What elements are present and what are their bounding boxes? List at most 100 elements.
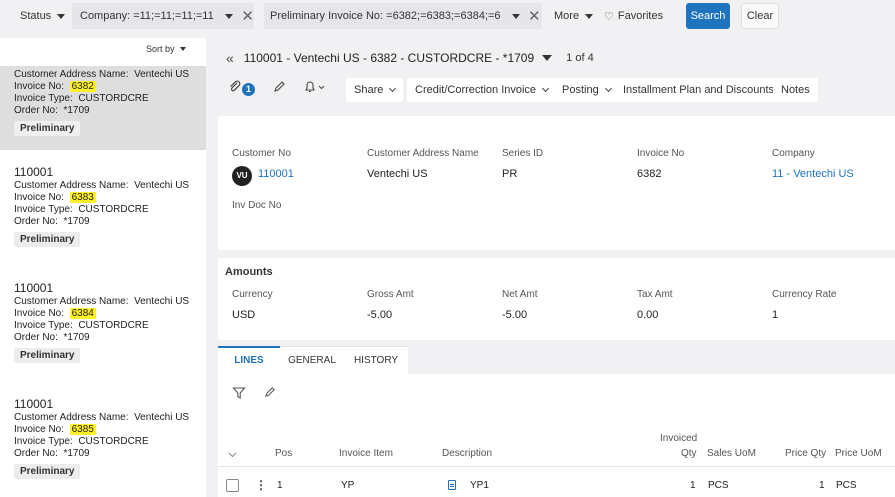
card-address-label: Customer Address Name: bbox=[14, 69, 129, 80]
status-filter-label: Status bbox=[20, 10, 52, 22]
more-filters-button[interactable]: More bbox=[548, 3, 598, 29]
card-invoice: Invoice No: 6385 bbox=[14, 424, 206, 436]
card-order-value: *1709 bbox=[63, 332, 90, 343]
clear-button[interactable]: Clear bbox=[741, 3, 779, 29]
card-invoice: Invoice No: 6382 bbox=[14, 81, 206, 93]
invoice-no-value: 6382 bbox=[637, 168, 662, 180]
card-order-value: *1709 bbox=[63, 448, 90, 459]
column-pos[interactable]: Pos bbox=[275, 448, 292, 459]
edit-icon[interactable] bbox=[264, 386, 276, 401]
row-description: YP1 bbox=[470, 480, 489, 491]
column-invoiced-qty[interactable]: Qty bbox=[681, 448, 697, 459]
attachment-icon[interactable] bbox=[228, 80, 242, 97]
tab-lines[interactable]: LINES bbox=[218, 346, 280, 374]
card-invoice: Invoice No: 6384 bbox=[14, 308, 206, 320]
status-filter[interactable]: Status bbox=[10, 3, 68, 29]
column-price-uom[interactable]: Price UoM bbox=[835, 448, 882, 459]
card-order: Order No: *1709 bbox=[14, 332, 206, 344]
card-order-label: Order No: bbox=[14, 105, 58, 116]
chevron-down-icon bbox=[585, 13, 594, 19]
company-filter[interactable]: Company: =11;=11;=11;=11 ✕ bbox=[72, 3, 254, 29]
address-name-label: Customer Address Name bbox=[367, 148, 479, 159]
column-sales-uom[interactable]: Sales UoM bbox=[707, 448, 756, 459]
page-title: 110001 - Ventechi US - 6382 - CUSTORDCRE… bbox=[243, 51, 535, 65]
card-address: Customer Address Name: Ventechi US bbox=[14, 180, 206, 192]
card-address-value: Ventechi US bbox=[134, 296, 190, 307]
row-pos: 1 bbox=[277, 480, 283, 491]
card-order-label: Order No: bbox=[14, 332, 58, 343]
search-button[interactable]: Search bbox=[686, 3, 730, 29]
chevron-down-icon bbox=[542, 84, 550, 93]
tab-history[interactable]: HISTORY bbox=[344, 346, 408, 374]
favorites-button[interactable]: ♡ Favorites bbox=[604, 3, 676, 29]
filter-bar: Status Company: =11;=11;=11;=11 ✕ Prelim… bbox=[0, 0, 895, 34]
credit-correction-button[interactable]: Credit/Correction Invoice bbox=[407, 78, 557, 102]
chevron-down-icon[interactable] bbox=[542, 55, 553, 61]
column-price-qty[interactable]: Price Qty bbox=[785, 448, 826, 459]
list-item[interactable]: Customer Address Name: Ventechi US Invoi… bbox=[0, 66, 206, 150]
row-checkbox[interactable] bbox=[226, 479, 239, 492]
card-invoice-value: 6383 bbox=[69, 192, 96, 203]
filter-icon[interactable] bbox=[232, 386, 246, 403]
table-row[interactable]: ⋮ 1 YP YP1 1 PCS 1 PCS bbox=[218, 467, 895, 497]
gross-amt-label: Gross Amt bbox=[367, 289, 414, 300]
company-label: Company bbox=[772, 148, 815, 159]
posting-label: Posting bbox=[562, 84, 599, 96]
card-order-value: *1709 bbox=[63, 105, 90, 116]
customer-no-link[interactable]: 110001 bbox=[258, 168, 294, 180]
amounts-panel: Amounts Currency USD Gross Amt -5.00 Net… bbox=[218, 258, 895, 340]
card-address: Customer Address Name: Ventechi US bbox=[14, 296, 206, 308]
posting-button[interactable]: Posting bbox=[554, 78, 619, 102]
status-badge: Preliminary bbox=[14, 464, 81, 479]
attachment-count-badge: 1 bbox=[242, 83, 255, 96]
credit-correction-label: Credit/Correction Invoice bbox=[415, 84, 537, 96]
edit-icon[interactable] bbox=[273, 80, 286, 96]
company-filter-label: Company: =11;=11;=11;=11 bbox=[80, 10, 214, 22]
select-all-chevron-icon[interactable] bbox=[228, 450, 237, 461]
card-invoice-value: 6384 bbox=[69, 308, 96, 319]
card-order-label: Order No: bbox=[14, 216, 58, 227]
close-icon[interactable]: ✕ bbox=[241, 9, 254, 24]
collapse-list-icon[interactable]: « bbox=[226, 50, 234, 66]
card-invoice: Invoice No: 6383 bbox=[14, 192, 206, 204]
notes-button[interactable]: Notes bbox=[773, 78, 818, 102]
column-description[interactable]: Description bbox=[442, 448, 492, 459]
column-invoice-item[interactable]: Invoice Item bbox=[339, 448, 393, 459]
tab-general[interactable]: GENERAL bbox=[280, 346, 344, 374]
tab-bar: LINES GENERAL HISTORY bbox=[218, 346, 895, 374]
bell-icon[interactable] bbox=[303, 80, 327, 97]
card-order: Order No: *1709 bbox=[14, 216, 206, 228]
share-button[interactable]: Share bbox=[346, 78, 404, 102]
card-type-value: CUSTORDCRE bbox=[78, 204, 149, 215]
record-toolbar: 1 Share Credit/Correction Invoice Postin… bbox=[218, 76, 895, 104]
customer-no-label: Customer No bbox=[232, 148, 291, 159]
panel-divider[interactable] bbox=[206, 38, 218, 497]
card-address: Customer Address Name: Ventechi US bbox=[14, 412, 206, 424]
card-type: Invoice Type: CUSTORDCRE bbox=[14, 204, 206, 216]
close-icon[interactable]: ✕ bbox=[528, 9, 541, 24]
currency-value: USD bbox=[232, 309, 256, 321]
chevron-down-icon bbox=[389, 84, 397, 93]
status-badge: Preliminary bbox=[14, 121, 81, 136]
inv-doc-no-label: Inv Doc No bbox=[232, 200, 282, 211]
card-order: Order No: *1709 bbox=[14, 448, 206, 460]
row-menu-icon[interactable]: ⋮ bbox=[255, 478, 267, 492]
row-price-uom: PCS bbox=[836, 480, 857, 491]
installment-plan-button[interactable]: Installment Plan and Discounts bbox=[615, 78, 783, 102]
record-pager: 1 of 4 bbox=[566, 52, 594, 64]
card-invoice-label: Invoice No: bbox=[14, 424, 65, 435]
list-item[interactable]: 110001 Customer Address Name: Ventechi U… bbox=[0, 396, 206, 497]
row-sales-uom: PCS bbox=[708, 480, 729, 491]
card-type-label: Invoice Type: bbox=[14, 320, 73, 331]
list-item[interactable]: 110001 Customer Address Name: Ventechi U… bbox=[0, 280, 206, 384]
company-link[interactable]: 11 - Ventechi US bbox=[772, 168, 854, 180]
column-invoiced-qty-top[interactable]: Invoiced bbox=[660, 433, 697, 444]
list-item[interactable]: 110001 Customer Address Name: Ventechi U… bbox=[0, 164, 206, 268]
row-invoiced-qty: 1 bbox=[690, 480, 696, 491]
document-icon[interactable] bbox=[448, 480, 456, 490]
invoice-filter[interactable]: Preliminary Invoice No: =6382;=6383;=638… bbox=[264, 3, 542, 29]
sort-by-button[interactable]: Sort by bbox=[146, 44, 186, 54]
net-amt-label: Net Amt bbox=[502, 289, 538, 300]
currency-rate-label: Currency Rate bbox=[772, 289, 837, 300]
card-type: Invoice Type: CUSTORDCRE bbox=[14, 93, 206, 105]
